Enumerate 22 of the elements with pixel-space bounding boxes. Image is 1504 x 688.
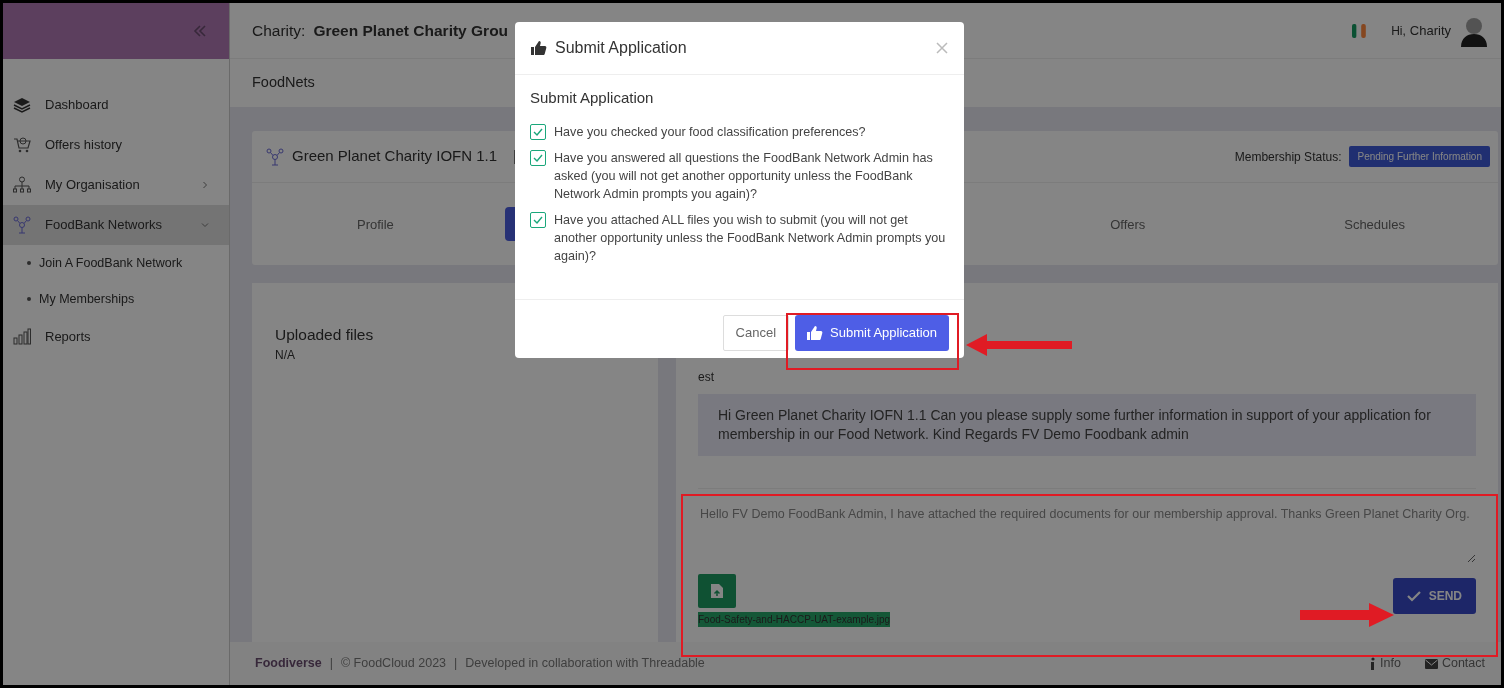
user-name: Charity (1409, 21, 1451, 40)
message-text: Hi Green Planet Charity IOFN 1.1 Can you please supply some further information in support of your application for membership in our Food Network. Kind Regards FV Demo Foodbank admin (698, 394, 1476, 456)
footer-brand: Foodiverse (255, 655, 322, 673)
network-title: Green Planet Charity IOFN 1.1 (292, 146, 498, 167)
footer-copyright: © FoodCloud 2023 (340, 655, 447, 673)
status-badge: Pending Further Information (1349, 146, 1490, 167)
checklist-question: Have you answered all questions the FoodBank Network Admin has asked (you will not get another opportunity unless the FoodBank Network Admin prompts you again)? (554, 150, 934, 203)
organisation-name: Green Planet Charity Grou (313, 20, 509, 41)
separator-text: | (454, 655, 458, 673)
empty-value: N/A (275, 347, 296, 365)
status-label: Membership Status: (1234, 148, 1342, 166)
dialog-heading: Submit Application (530, 89, 655, 107)
separator-text: | (329, 655, 333, 673)
checklist-question: Have you checked your food classification preferences? (554, 124, 866, 141)
footer-credit: Developed in collaboration with Threadable (465, 655, 705, 673)
greeting-text: Hi, (1391, 22, 1406, 40)
panel-title: Uploaded files (275, 325, 375, 345)
page-title: FoodNets (252, 73, 315, 93)
checklist-question: Have you attached ALL files you wish to submit (you will not get another opportunity unless the FoodBank Network Admin prompts you again)? (554, 212, 947, 265)
message-sender: est (698, 369, 714, 386)
dialog-title: Submit Application (555, 38, 688, 58)
header-label: Charity: (252, 20, 306, 41)
